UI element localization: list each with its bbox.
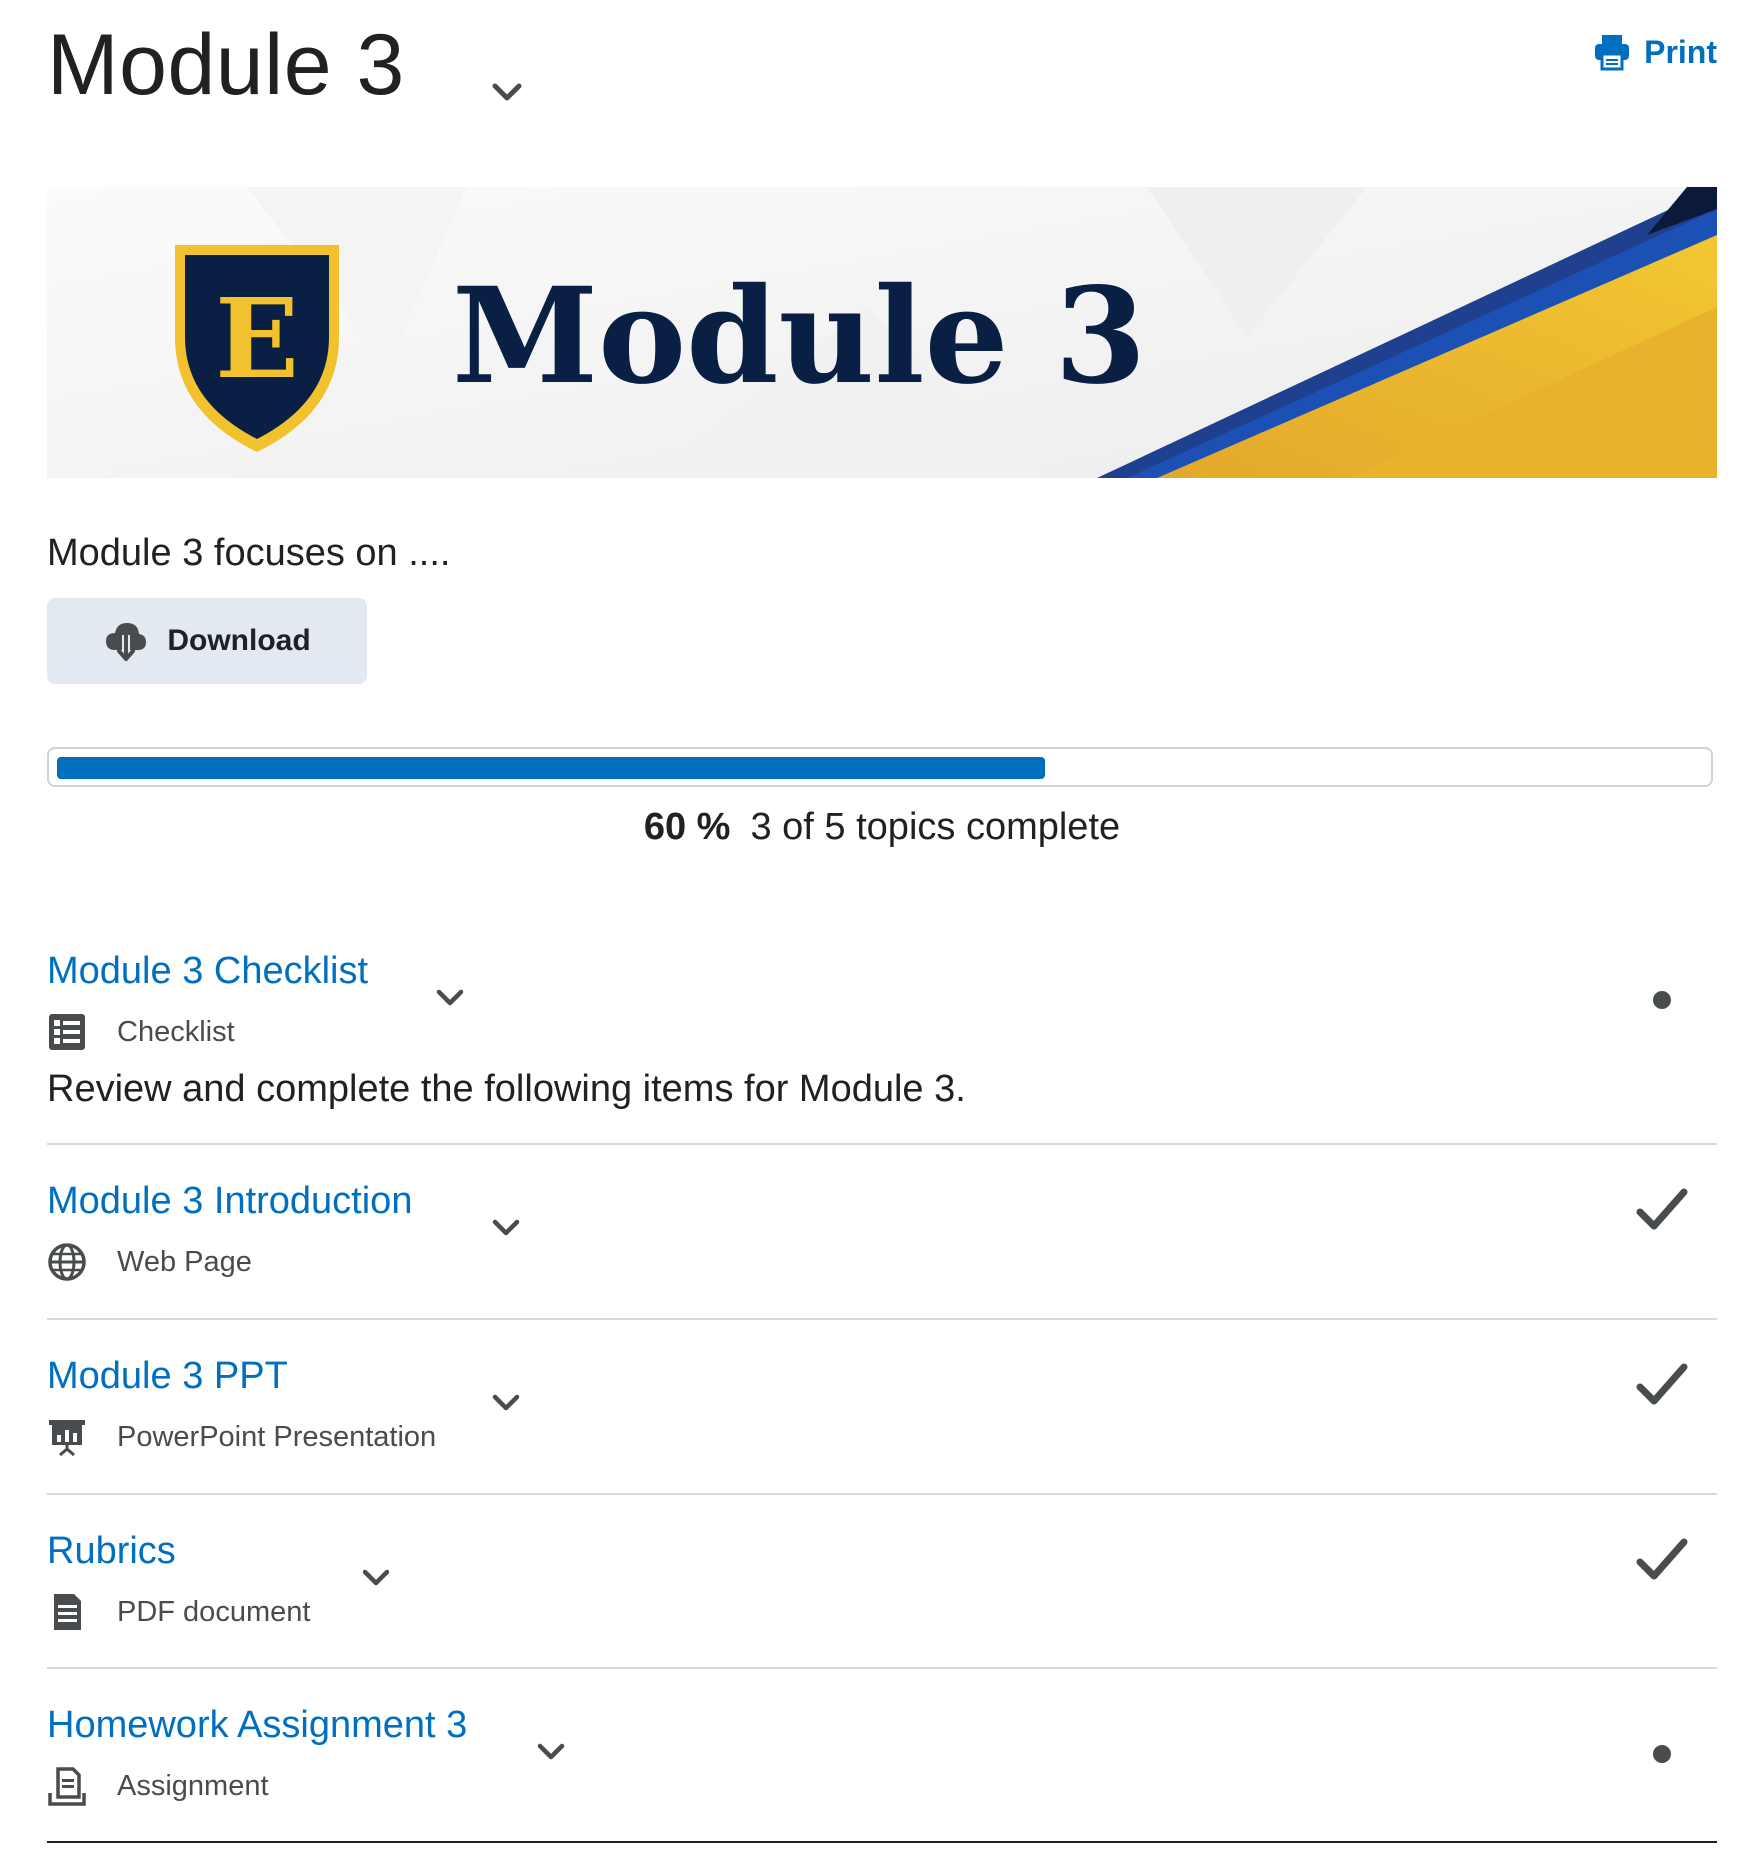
- logo-letter: E: [215, 274, 299, 403]
- chevron-down-icon[interactable]: [488, 1385, 524, 1421]
- cloud-download-icon: [106, 623, 147, 661]
- download-button[interactable]: Download: [47, 598, 367, 684]
- divider: [47, 1318, 1717, 1320]
- module-banner: E Module 3: [47, 187, 1717, 478]
- topic-type: PDF document: [47, 1592, 310, 1632]
- topic-title-link[interactable]: Rubrics: [47, 1530, 176, 1573]
- print-label: Print: [1644, 33, 1717, 70]
- topic-item: Module 3 PPT PowerPoint Presentation: [47, 1355, 1717, 1485]
- topic-title-link[interactable]: Module 3 Introduction: [47, 1180, 412, 1223]
- checkmark-icon: [1636, 1538, 1688, 1580]
- chevron-down-icon[interactable]: [487, 72, 527, 112]
- topic-type-label: Web Page: [117, 1245, 252, 1278]
- checklist-icon: [49, 1014, 85, 1050]
- incomplete-dot-icon: [1653, 1745, 1671, 1763]
- topic-title-link[interactable]: Module 3 Checklist: [47, 950, 368, 993]
- topic-description: Review and complete the following items …: [47, 1068, 966, 1110]
- module-description: Module 3 focuses on ....: [47, 532, 451, 574]
- chevron-down-icon[interactable]: [488, 1210, 524, 1246]
- topic-type: Checklist: [47, 1012, 235, 1052]
- topic-title-link[interactable]: Homework Assignment 3: [47, 1704, 467, 1747]
- topic-type-label: Checklist: [117, 1015, 235, 1048]
- checkmark-icon: [1636, 1188, 1688, 1230]
- progress-bar-fill: [57, 757, 1045, 779]
- chevron-down-icon[interactable]: [533, 1734, 569, 1770]
- assignment-icon: [48, 1767, 86, 1806]
- topic-type: Assignment: [47, 1766, 269, 1806]
- topic-title-link[interactable]: Module 3 PPT: [47, 1355, 288, 1398]
- printer-icon: [1595, 35, 1630, 71]
- banner-title: Module 3: [452, 259, 1146, 414]
- globe-icon: [48, 1243, 86, 1281]
- checkmark-icon: [1636, 1363, 1688, 1405]
- topic-type: PowerPoint Presentation: [47, 1417, 436, 1457]
- topic-item: Module 3 Introduction Web Page: [47, 1180, 1717, 1310]
- topic-type: Web Page: [47, 1242, 252, 1282]
- topic-type-label: PDF document: [117, 1595, 311, 1628]
- topic-item: Rubrics PDF document: [47, 1530, 1717, 1660]
- document-icon: [54, 1594, 81, 1630]
- chevron-down-icon[interactable]: [432, 980, 468, 1016]
- progress-count: 3 of 5 topics complete: [750, 806, 1121, 848]
- page-title: Module 3: [47, 17, 405, 113]
- download-label: Download: [167, 624, 311, 657]
- topic-type-label: PowerPoint Presentation: [117, 1420, 437, 1453]
- chevron-down-icon[interactable]: [358, 1560, 394, 1596]
- presentation-icon: [49, 1420, 85, 1457]
- progress-summary: 60 % 3 of 5 topics complete: [0, 806, 1764, 849]
- progress-percent: 60 %: [643, 806, 731, 848]
- topic-item: Module 3 Checklist Checklist Review and …: [47, 950, 1717, 1120]
- page-header: Module 3 Print: [47, 10, 1717, 130]
- progress-bar: [47, 747, 1713, 787]
- divider: [47, 1667, 1717, 1669]
- divider: [47, 1493, 1717, 1495]
- divider: [47, 1143, 1717, 1145]
- topic-type-label: Assignment: [117, 1769, 269, 1802]
- topic-item: Homework Assignment 3 Assignment: [47, 1704, 1717, 1834]
- print-button[interactable]: Print: [1592, 32, 1717, 72]
- divider: [47, 1841, 1717, 1843]
- incomplete-dot-icon: [1653, 991, 1671, 1009]
